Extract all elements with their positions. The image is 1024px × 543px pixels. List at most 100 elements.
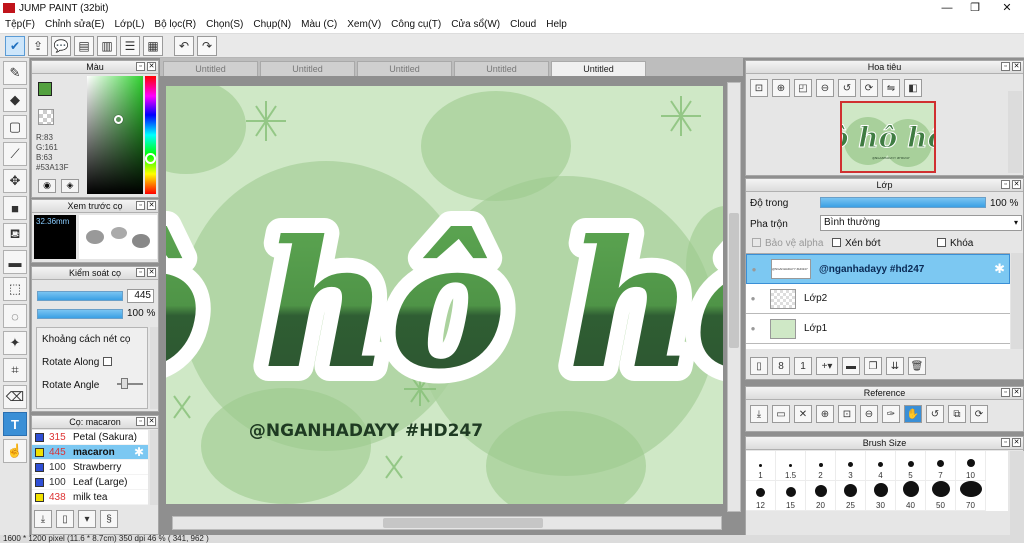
brush-import-icon[interactable]: ⤓ bbox=[34, 510, 52, 528]
new-brush-icon[interactable]: ▯ bbox=[56, 510, 74, 528]
tab-untitled-4[interactable]: Untitled bbox=[454, 61, 549, 76]
pen-tool-icon[interactable]: ✎ bbox=[3, 61, 27, 85]
brush-size-option[interactable]: 25 bbox=[836, 481, 866, 511]
visibility-icon[interactable]: ● bbox=[746, 294, 760, 303]
list-icon[interactable]: ☰ bbox=[120, 35, 140, 56]
brush-size-option[interactable]: 30 bbox=[866, 481, 896, 511]
check-icon[interactable]: ✔ bbox=[5, 35, 25, 56]
tab-untitled-3[interactable]: Untitled bbox=[357, 61, 452, 76]
rotate-along-checkbox[interactable] bbox=[103, 357, 112, 366]
export-icon[interactable]: ⇪ bbox=[28, 35, 48, 56]
menu-filter[interactable]: Bộ lọc(R) bbox=[154, 19, 196, 30]
brush-list-item[interactable]: 445 macaron ✱ bbox=[32, 445, 148, 460]
brush-size-option[interactable]: 5 bbox=[896, 451, 926, 481]
grid-icon[interactable]: ▦ bbox=[143, 35, 163, 56]
brush-size-option[interactable]: 15 bbox=[776, 481, 806, 511]
brush-size-option[interactable]: 50 bbox=[926, 481, 956, 511]
layer-row[interactable]: ● Lớp2 bbox=[746, 284, 1010, 314]
panel-close-icon[interactable]: ✕ bbox=[1012, 438, 1021, 447]
menu-view[interactable]: Xem(V) bbox=[347, 19, 381, 30]
brush-size-option[interactable]: 2 bbox=[806, 451, 836, 481]
color-picker-cursor[interactable] bbox=[114, 115, 123, 124]
panel-pin-icon[interactable]: ▫ bbox=[136, 417, 145, 426]
navigator-scrollbar[interactable] bbox=[1008, 91, 1022, 173]
new-layer-icon[interactable]: ▯ bbox=[750, 357, 768, 375]
brush-size-option[interactable]: 7 bbox=[926, 451, 956, 481]
gear-icon[interactable]: ✱ bbox=[994, 261, 1005, 277]
menu-select[interactable]: Chọn(S) bbox=[206, 19, 243, 30]
reference-reset-icon[interactable]: ⟳ bbox=[970, 405, 988, 423]
reference-close-icon[interactable]: ✕ bbox=[794, 405, 812, 423]
visibility-icon[interactable]: ● bbox=[746, 324, 760, 333]
brush-size-option[interactable]: 12 bbox=[746, 481, 776, 511]
brush-list-scrollbar[interactable] bbox=[150, 430, 158, 505]
brush-size-option[interactable]: 1.5 bbox=[776, 451, 806, 481]
redo-icon[interactable]: ↷ bbox=[197, 35, 217, 56]
panel-pin-icon[interactable]: ▫ bbox=[136, 62, 145, 71]
rotate-reset-icon[interactable]: ⟳ bbox=[860, 79, 878, 97]
brush-list-item[interactable]: 315 Petal (Sakura) bbox=[32, 430, 148, 445]
panel-close-icon[interactable]: ✕ bbox=[1012, 62, 1021, 71]
brush-opacity-slider[interactable] bbox=[37, 309, 123, 319]
fill-rect-tool-icon[interactable]: ■ bbox=[3, 196, 27, 220]
zoom-in-icon[interactable]: ⊕ bbox=[772, 79, 790, 97]
message-icon[interactable]: ▤ bbox=[74, 35, 94, 56]
rotate-angle-thumb[interactable] bbox=[121, 378, 128, 389]
text-tool-icon[interactable]: T bbox=[3, 412, 27, 436]
brush-size-slider[interactable] bbox=[37, 291, 123, 301]
add-layer-menu-icon[interactable]: +▾ bbox=[816, 357, 838, 375]
clip-checkbox[interactable] bbox=[832, 238, 841, 247]
blend-mode-select[interactable]: Bình thường ▾ bbox=[820, 215, 1022, 231]
panel-close-icon[interactable]: ✕ bbox=[147, 268, 156, 277]
brush-menu-icon[interactable]: ▾ bbox=[78, 510, 96, 528]
menu-layer[interactable]: Lớp(L) bbox=[115, 19, 145, 30]
layer-opacity-slider[interactable] bbox=[820, 197, 986, 208]
panel-pin-icon[interactable]: ▫ bbox=[1001, 180, 1010, 189]
brush-size-option[interactable]: 4 bbox=[866, 451, 896, 481]
protect-alpha-checkbox[interactable] bbox=[752, 238, 761, 247]
comment-icon[interactable]: 💬 bbox=[51, 35, 71, 56]
eraser-tool-icon[interactable]: ◆ bbox=[3, 88, 27, 112]
panel-pin-icon[interactable]: ▫ bbox=[1001, 388, 1010, 397]
reference-zoom-out-icon[interactable]: ⊖ bbox=[860, 405, 878, 423]
new-folder-icon[interactable]: ▬ bbox=[842, 357, 860, 375]
lasso-tool-icon[interactable]: ◌ bbox=[3, 304, 27, 328]
reference-hand-icon[interactable]: ✋ bbox=[904, 405, 922, 423]
magic-wand-tool-icon[interactable]: ✦ bbox=[3, 331, 27, 355]
minimize-button[interactable]: — bbox=[932, 0, 962, 16]
menu-cloud[interactable]: Cloud bbox=[510, 19, 536, 30]
canvas-vertical-scrollbar[interactable] bbox=[727, 82, 741, 512]
horizontal-scroll-thumb[interactable] bbox=[383, 518, 543, 528]
visibility-icon[interactable]: ● bbox=[747, 265, 761, 274]
brush-list-item[interactable]: 100 Strawberry bbox=[32, 460, 148, 475]
brush-size-value[interactable]: 445 bbox=[127, 289, 154, 303]
brush-size-option[interactable]: 1 bbox=[746, 451, 776, 481]
panel-pin-icon[interactable]: ▫ bbox=[1001, 62, 1010, 71]
delete-layer-icon[interactable]: 🗑 bbox=[908, 357, 926, 375]
menu-capture[interactable]: Chụp(N) bbox=[253, 19, 291, 30]
hue-slider[interactable] bbox=[145, 76, 156, 194]
panel-close-icon[interactable]: ✕ bbox=[147, 62, 156, 71]
line-tool-icon[interactable]: ⟋ bbox=[3, 142, 27, 166]
zoom-actual-icon[interactable]: ◰ bbox=[794, 79, 812, 97]
menu-edit[interactable]: Chỉnh sửa(E) bbox=[45, 19, 105, 30]
panel-pin-icon[interactable]: ▫ bbox=[1001, 438, 1010, 447]
zoom-fit-icon[interactable]: ⊡ bbox=[750, 79, 768, 97]
lock-checkbox[interactable] bbox=[937, 238, 946, 247]
layer-row[interactable]: ● @NGANHADAYY #HD247 @nganhadayy #hd247 … bbox=[746, 254, 1010, 284]
brush-options-scrollbar[interactable] bbox=[150, 327, 158, 409]
rectangle-tool-icon[interactable]: ▢ bbox=[3, 115, 27, 139]
brush-size-scrollbar[interactable] bbox=[1010, 451, 1024, 543]
lock-view-icon[interactable]: ◧ bbox=[904, 79, 922, 97]
merge-layer-icon[interactable]: ⇊ bbox=[886, 357, 904, 375]
brush-list-item[interactable]: 100 Leaf (Large) bbox=[32, 475, 148, 490]
brush-settings-icon[interactable]: § bbox=[100, 510, 118, 528]
layer-list-scrollbar[interactable] bbox=[1011, 253, 1023, 349]
navigator-preview[interactable]: ô hô hô @NGANHADAYY #HD247 bbox=[840, 101, 936, 173]
reference-import-icon[interactable]: ⤓ bbox=[750, 405, 768, 423]
saturation-value-picker[interactable] bbox=[87, 76, 143, 194]
menu-tools[interactable]: Công cụ(T) bbox=[391, 19, 441, 30]
select-eraser-tool-icon[interactable]: ⌫ bbox=[3, 385, 27, 409]
hue-cursor[interactable] bbox=[145, 153, 156, 164]
brush-list-item[interactable]: 438 milk tea bbox=[32, 490, 148, 505]
